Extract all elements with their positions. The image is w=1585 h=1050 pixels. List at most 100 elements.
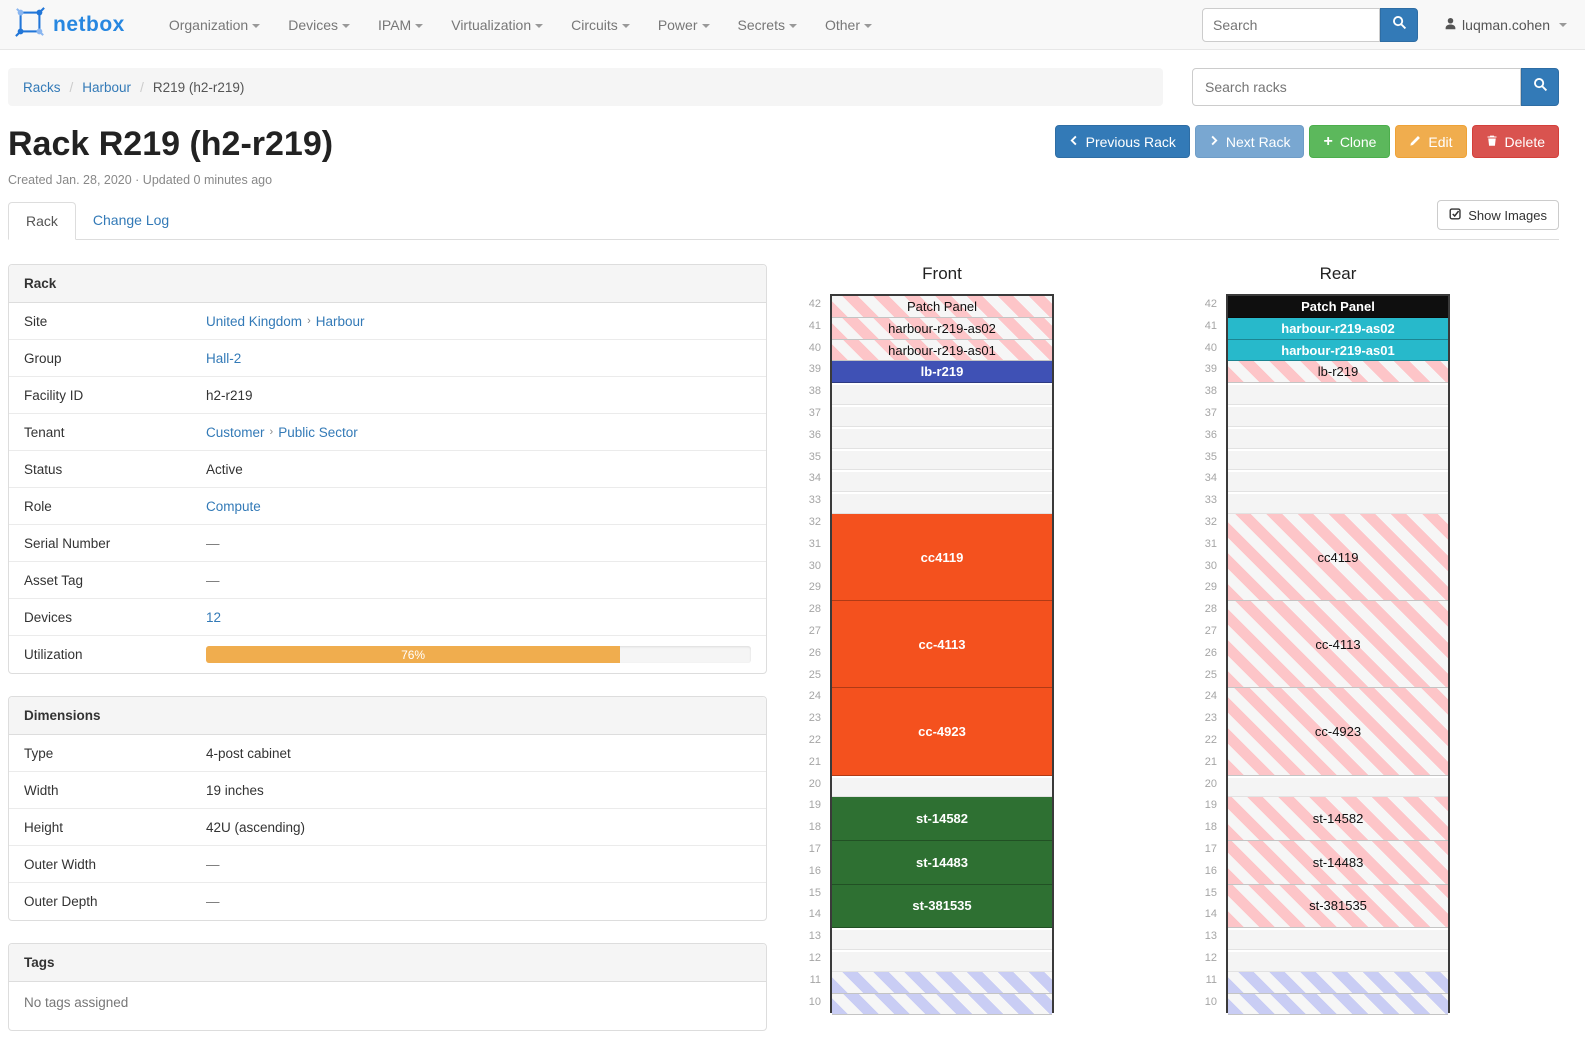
nav-menu-other[interactable]: Other xyxy=(811,17,886,33)
nav-menu-organization[interactable]: Organization xyxy=(155,17,274,33)
attr-value-text: 19 inches xyxy=(206,783,264,798)
tab-change-log[interactable]: Change Log xyxy=(76,202,186,240)
rack-device-cc-4923[interactable]: cc-4923 xyxy=(832,688,1052,775)
netbox-logo[interactable]: netbox xyxy=(14,6,125,43)
rack-device-patch panel[interactable]: Patch Panel xyxy=(1228,296,1448,318)
rack-device-harbour-r219-as02[interactable]: harbour-r219-as02 xyxy=(832,318,1052,340)
clone-button[interactable]: + Clone xyxy=(1309,125,1390,158)
rear-rack-grid: Patch Panelharbour-r219-as02harbour-r219… xyxy=(1226,294,1450,1013)
delete-button[interactable]: Delete xyxy=(1472,125,1559,158)
attr-value-link[interactable]: United Kingdom xyxy=(206,314,302,329)
attr-label: Site xyxy=(24,314,206,329)
attr-value-text: — xyxy=(206,857,220,872)
rack-device-harbour-r219-as02[interactable]: harbour-r219-as02 xyxy=(1228,318,1448,340)
nav-menu-power[interactable]: Power xyxy=(644,17,724,33)
attr-value-link[interactable]: Public Sector xyxy=(278,425,358,440)
rack-device-st-14582[interactable]: st-14582 xyxy=(832,797,1052,841)
rack-device-st-381535[interactable]: st-381535 xyxy=(1228,885,1448,929)
rack-elevation-front: Front 4241403938373635343332313029282726… xyxy=(800,264,1054,1013)
rack-device-lb-r219[interactable]: lb-r219 xyxy=(1228,361,1448,383)
unit-number: 36 xyxy=(800,425,830,447)
attr-value: 4-post cabinet xyxy=(206,746,751,761)
rack-device-cc4119[interactable]: cc4119 xyxy=(1228,514,1448,601)
rack-device-lb-r219[interactable]: lb-r219 xyxy=(832,361,1052,383)
rack-device-patch panel[interactable]: Patch Panel xyxy=(832,296,1052,318)
attr-row: Utilization76% xyxy=(9,636,766,673)
nav-menu-virtualization[interactable]: Virtualization xyxy=(437,17,557,33)
breadcrumb-item[interactable]: Racks xyxy=(23,80,61,95)
attr-label: Outer Width xyxy=(24,857,206,872)
attr-value-link[interactable]: Harbour xyxy=(316,314,365,329)
rack-device-st-14582[interactable]: st-14582 xyxy=(1228,797,1448,841)
breadcrumb-item: R219 (h2-r219) xyxy=(153,80,245,95)
rack-device-st-14483[interactable]: st-14483 xyxy=(832,841,1052,885)
rack-unit-empty xyxy=(1228,427,1448,449)
rack-device-st-14483[interactable]: st-14483 xyxy=(1228,841,1448,885)
user-menu[interactable]: luqman.cohen xyxy=(1444,17,1571,33)
breadcrumb-item[interactable]: Harbour xyxy=(82,80,131,95)
attr-value-link[interactable]: Compute xyxy=(206,499,261,514)
nav-menu-secrets[interactable]: Secrets xyxy=(724,17,811,33)
attr-label: Utilization xyxy=(24,647,206,662)
global-search-input[interactable] xyxy=(1202,8,1380,42)
attr-label: Group xyxy=(24,351,206,366)
chevron-down-icon xyxy=(342,24,350,28)
rack-unit-empty xyxy=(832,470,1052,492)
rack-device-cc-4113[interactable]: cc-4113 xyxy=(1228,601,1448,688)
attr-value-link[interactable]: Hall-2 xyxy=(206,351,241,366)
attr-value-link[interactable]: 12 xyxy=(206,610,221,625)
attr-value: Active xyxy=(206,462,751,477)
rack-device-cc4119[interactable]: cc4119 xyxy=(832,514,1052,601)
unit-number: 10 xyxy=(800,992,830,1014)
rack-search-input[interactable] xyxy=(1192,68,1521,106)
previous-rack-button[interactable]: Previous Rack xyxy=(1055,125,1190,158)
attr-row: SiteUnited Kingdom›Harbour xyxy=(9,303,766,340)
unit-number: 22 xyxy=(800,730,830,752)
user-icon xyxy=(1444,17,1457,33)
global-search-button[interactable] xyxy=(1380,8,1418,42)
rack-search-button[interactable] xyxy=(1521,68,1559,106)
attr-row: Devices12 xyxy=(9,599,766,636)
chevron-down-icon xyxy=(535,24,543,28)
nav-menu-devices[interactable]: Devices xyxy=(274,17,364,33)
nav-menu-ipam[interactable]: IPAM xyxy=(364,17,437,33)
nav-menu-circuits[interactable]: Circuits xyxy=(557,17,644,33)
rack-device-cc-4113[interactable]: cc-4113 xyxy=(832,601,1052,688)
attr-label: Asset Tag xyxy=(24,573,206,588)
unit-number: 22 xyxy=(1196,730,1226,752)
attr-value-text: — xyxy=(206,573,220,588)
edit-button[interactable]: Edit xyxy=(1395,125,1466,158)
attr-row: Facility IDh2-r219 xyxy=(9,377,766,414)
rack-unit-empty xyxy=(1228,950,1448,972)
dimensions-panel: Dimensions Type4-post cabinetWidth19 inc… xyxy=(8,696,767,921)
unit-number: 21 xyxy=(1196,752,1226,774)
attr-value-text: — xyxy=(206,536,220,551)
rack-unit-empty xyxy=(1228,383,1448,405)
unit-number: 26 xyxy=(1196,643,1226,665)
rack-device-cc-4923[interactable]: cc-4923 xyxy=(1228,688,1448,775)
unit-number: 30 xyxy=(800,556,830,578)
unit-number: 19 xyxy=(800,795,830,817)
tab-rack[interactable]: Rack xyxy=(8,202,76,240)
unit-number: 20 xyxy=(1196,774,1226,796)
unit-number: 41 xyxy=(1196,316,1226,338)
show-images-button[interactable]: Show Images xyxy=(1437,200,1559,230)
unit-number: 23 xyxy=(800,708,830,730)
attr-value: Hall-2 xyxy=(206,351,751,366)
rack-device-harbour-r219-as01[interactable]: harbour-r219-as01 xyxy=(832,340,1052,362)
unit-number: 40 xyxy=(800,338,830,360)
attr-label: Height xyxy=(24,820,206,835)
attr-value-link[interactable]: Customer xyxy=(206,425,265,440)
navbar-menus: OrganizationDevicesIPAMVirtualizationCir… xyxy=(155,17,886,33)
attr-value-text: 4-post cabinet xyxy=(206,746,291,761)
attr-row: Outer Depth— xyxy=(9,883,766,920)
rack-search xyxy=(1192,68,1559,106)
unit-number: 14 xyxy=(1196,904,1226,926)
unit-number: 35 xyxy=(1196,447,1226,469)
utilization-progress: 76% xyxy=(206,646,751,663)
rack-device-st-381535[interactable]: st-381535 xyxy=(832,885,1052,929)
next-rack-button[interactable]: Next Rack xyxy=(1195,125,1305,158)
attr-value: 12 xyxy=(206,610,751,625)
rear-unit-numbers: 4241403938373635343332313029282726252423… xyxy=(1196,294,1226,1013)
rack-device-harbour-r219-as01[interactable]: harbour-r219-as01 xyxy=(1228,340,1448,362)
